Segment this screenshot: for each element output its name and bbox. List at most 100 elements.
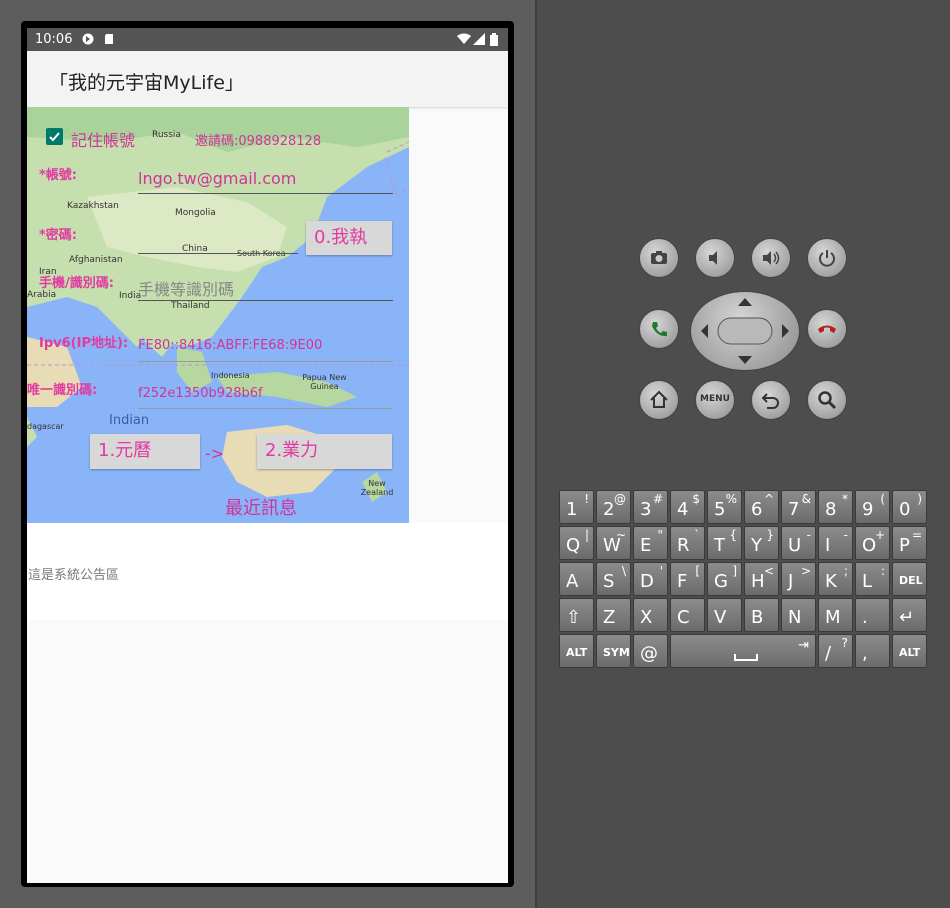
calendar-button[interactable]: 1.元曆 bbox=[90, 434, 200, 469]
password-label: *密碼: bbox=[39, 228, 77, 243]
key-row2-1[interactable]: W ~ bbox=[596, 526, 631, 560]
key-alt-left[interactable]: ALT bbox=[559, 634, 594, 668]
camera-button[interactable] bbox=[639, 238, 679, 278]
key-alt-label: < bbox=[763, 564, 774, 578]
system-notice-text: 這是系統公告區 bbox=[28, 568, 120, 583]
key-row2-9[interactable]: P = bbox=[892, 526, 927, 560]
key-alt-right[interactable]: ALT bbox=[892, 634, 927, 668]
key-row3-5[interactable]: H < bbox=[744, 562, 779, 596]
uid-underline bbox=[138, 408, 393, 409]
key-label: D bbox=[640, 571, 654, 592]
key-alt-label: % bbox=[725, 492, 737, 506]
key-row4-5[interactable]: B bbox=[744, 598, 779, 632]
power-button[interactable] bbox=[807, 238, 847, 278]
key-row2-2[interactable]: E " bbox=[633, 526, 668, 560]
phone-input[interactable]: 手機等識別碼 bbox=[138, 276, 234, 300]
key-row4-9[interactable]: ↵ bbox=[892, 598, 927, 632]
key-row3-9[interactable]: DEL bbox=[892, 562, 927, 596]
key-row2-3[interactable]: R ` bbox=[670, 526, 705, 560]
key-row3-8[interactable]: L: bbox=[855, 562, 890, 596]
map-label-thailand: Thailand bbox=[171, 301, 210, 311]
remember-label[interactable]: 記住帳號 bbox=[71, 127, 135, 151]
key-label: 1 bbox=[566, 499, 578, 520]
key-alt-label: [ bbox=[695, 564, 700, 578]
key-row4-0[interactable]: ⇧ bbox=[559, 598, 594, 632]
key-comma[interactable]: , bbox=[855, 634, 890, 668]
key-row3-0[interactable]: A bbox=[559, 562, 594, 596]
key-alt-label: ; bbox=[843, 564, 848, 578]
signal-icon bbox=[473, 33, 485, 45]
key-label: ALT bbox=[566, 646, 588, 659]
key-row4-3[interactable]: C bbox=[670, 598, 705, 632]
back-button[interactable] bbox=[751, 380, 791, 420]
key-sym[interactable]: SYM bbox=[596, 634, 631, 668]
remember-checkbox[interactable] bbox=[46, 128, 63, 145]
account-label: *帳號: bbox=[39, 168, 77, 183]
key-row2-5[interactable]: Y} bbox=[744, 526, 779, 560]
key-row2-4[interactable]: T{ bbox=[707, 526, 742, 560]
key-label: 8 bbox=[825, 499, 837, 520]
key-row3-1[interactable]: S \ bbox=[596, 562, 631, 596]
recent-messages-label[interactable]: 最近訊息 bbox=[225, 494, 297, 520]
key-row2-0[interactable]: Q | bbox=[559, 526, 594, 560]
key-row1-1[interactable]: 2 @ bbox=[596, 490, 631, 524]
key-row2-6[interactable]: U- bbox=[781, 526, 816, 560]
app-title: 「我的元宇宙MyLife」 bbox=[49, 72, 244, 94]
key-row4-4[interactable]: V bbox=[707, 598, 742, 632]
key-row4-6[interactable]: N bbox=[781, 598, 816, 632]
call-button[interactable] bbox=[639, 309, 679, 349]
menu-button[interactable]: MENU bbox=[695, 380, 735, 420]
key-row1-7[interactable]: 8 * bbox=[818, 490, 853, 524]
key-label: DEL bbox=[899, 574, 923, 587]
key-row1-2[interactable]: 3 # bbox=[633, 490, 668, 524]
key-row2-8[interactable]: O + bbox=[855, 526, 890, 560]
key-row2-7[interactable]: I- bbox=[818, 526, 853, 560]
key-row1-8[interactable]: 9( bbox=[855, 490, 890, 524]
key-label: P bbox=[899, 535, 910, 556]
volume-up-button[interactable] bbox=[751, 238, 791, 278]
account-input[interactable]: lngo.tw@gmail.com bbox=[138, 169, 296, 188]
key-row3-2[interactable]: D ' bbox=[633, 562, 668, 596]
map-label-afghanistan: Afghanistan bbox=[69, 255, 123, 265]
key-row3-4[interactable]: G] bbox=[707, 562, 742, 596]
key-row1-9[interactable]: 0) bbox=[892, 490, 927, 524]
key-row1-6[interactable]: 7 & bbox=[781, 490, 816, 524]
map-background: Russia Kazakhstan Mongolia China South K… bbox=[27, 107, 409, 523]
exec-button[interactable]: 0.我執 bbox=[306, 221, 392, 255]
key-label: 6 bbox=[751, 499, 763, 520]
map-label-kazakhstan: Kazakhstan bbox=[67, 201, 119, 211]
tab-icon: ⇥ bbox=[798, 638, 809, 653]
key-row1-4[interactable]: 5% bbox=[707, 490, 742, 524]
key-row4-7[interactable]: M bbox=[818, 598, 853, 632]
key-row4-1[interactable]: Z bbox=[596, 598, 631, 632]
sdcard-icon bbox=[103, 33, 115, 45]
key-row3-3[interactable]: F[ bbox=[670, 562, 705, 596]
key-label: T bbox=[714, 535, 725, 556]
key-alt-label: # bbox=[652, 492, 663, 506]
key-row4-2[interactable]: X bbox=[633, 598, 668, 632]
search-button[interactable] bbox=[807, 380, 847, 420]
dpad[interactable] bbox=[690, 291, 800, 371]
key-label: B bbox=[751, 607, 764, 628]
map-label-indonesia: Indonesia bbox=[211, 371, 250, 380]
end-call-button[interactable] bbox=[807, 309, 847, 349]
key-label: 0 bbox=[899, 499, 911, 520]
key-row3-7[interactable]: K; bbox=[818, 562, 853, 596]
key-space[interactable]: ⇥ bbox=[670, 634, 816, 668]
search-icon bbox=[818, 391, 837, 410]
key-row1-5[interactable]: 6 ^ bbox=[744, 490, 779, 524]
key-row1-0[interactable]: 1! bbox=[559, 490, 594, 524]
key-label: K bbox=[825, 571, 837, 592]
karma-button[interactable]: 2.業力 bbox=[257, 434, 392, 469]
status-bar: 10:06 bbox=[27, 28, 508, 51]
key-row4-8[interactable]: . bbox=[855, 598, 890, 632]
volume-down-button[interactable] bbox=[695, 238, 735, 278]
battery-icon bbox=[490, 33, 498, 46]
home-button[interactable] bbox=[639, 380, 679, 420]
key-row3-6[interactable]: J > bbox=[781, 562, 816, 596]
key-alt-label: } bbox=[766, 528, 774, 542]
key-at[interactable]: @ bbox=[633, 634, 668, 668]
key-alt-label: ^ bbox=[763, 492, 774, 506]
key-slash[interactable]: /? bbox=[818, 634, 853, 668]
key-row1-3[interactable]: 4 $ bbox=[670, 490, 705, 524]
